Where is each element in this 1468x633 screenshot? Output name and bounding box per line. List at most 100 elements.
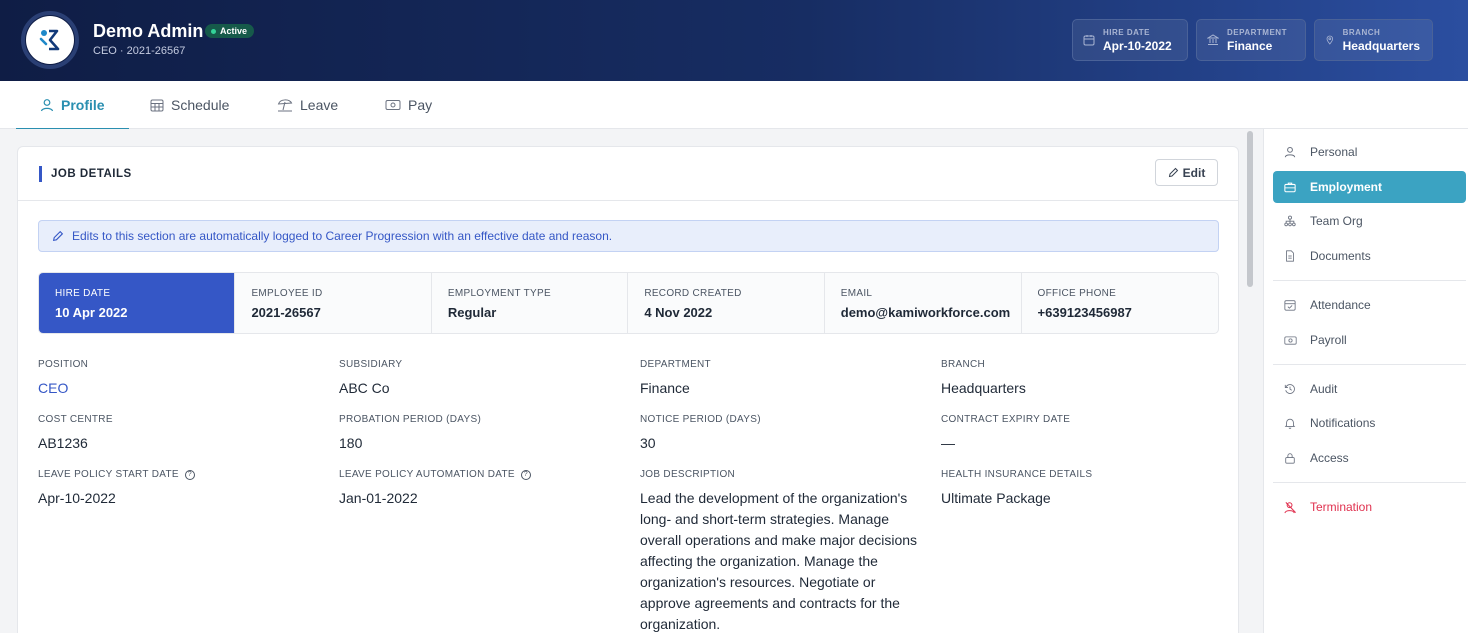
help-icon[interactable]: ? [520,469,531,480]
chip-label: DEPARTMENT [1227,27,1287,37]
sidenav-label: Documents [1310,249,1371,263]
sidenav-item-payroll[interactable]: Payroll [1273,324,1466,356]
employee-subtitle: CEO · 2021-26567 [93,45,186,57]
user-icon [40,99,54,112]
field-value: Headquarters [941,380,1026,396]
tab-leave[interactable]: Leave [277,81,338,129]
field-value: 180 [339,435,363,451]
sidenav-item-termination[interactable]: Termination [1273,491,1466,523]
content-scrollbar[interactable] [1247,131,1253,287]
stat-label: HIRE DATE [55,288,111,299]
document-icon [1286,250,1294,262]
briefcase-icon [1284,182,1296,193]
field-label-text: LEAVE POLICY AUTOMATION DATE [339,469,515,480]
field-label: BRANCH [941,359,986,370]
sidenav-label: Personal [1310,145,1358,159]
help-icon[interactable]: ? [184,469,195,480]
chip-value: Headquarters [1342,38,1420,53]
sidenav-label: Access [1310,451,1349,465]
status-dot-icon [211,28,216,34]
sidenav-item-attendance[interactable]: Attendance [1273,289,1466,321]
stat-value: 4 Nov 2022 [644,305,713,320]
field-value: Finance [640,380,690,396]
sidenav-item-employment[interactable]: Employment [1273,171,1466,203]
sidenav-label: Team Org [1310,214,1363,228]
sidenav-label: Employment [1310,180,1383,194]
company-logo [21,11,79,69]
field-department: DEPARTMENT Finance [640,359,930,399]
tab-label: Profile [61,97,105,113]
sidenav-item-documents[interactable]: Documents [1273,240,1466,272]
edit-button[interactable]: Edit [1155,159,1218,186]
field-position: POSITION CEO [38,359,328,399]
history-icon [1284,384,1295,394]
main-content: JOB DETAILS Edit Edits to this section a… [0,129,1262,633]
sidenav-label: Attendance [1310,298,1371,312]
calendar-check-icon [1284,300,1296,311]
field-label: PROBATION PERIOD (DAYS) [339,414,482,425]
field-branch: BRANCH Headquarters [941,359,1231,399]
calendar-grid-icon [150,99,164,112]
field-label: COST CENTRE [38,414,113,425]
stat-hire-date: HIRE DATE 10 Apr 2022 [39,273,236,333]
user-icon [1284,146,1296,158]
stat-employee-id: EMPLOYEE ID 2021-26567 [235,273,432,333]
sidenav-divider [1273,364,1466,365]
tab-label: Schedule [171,97,230,113]
cash-icon [1283,335,1297,345]
sidenav-label: Notifications [1310,416,1376,430]
chip-value: Finance [1227,38,1273,53]
stat-label: EMPLOYEE ID [251,288,323,299]
card-header: JOB DETAILS Edit [18,147,1238,201]
field-value: Jan-01-2022 [339,490,418,506]
field-contract-expiry: CONTRACT EXPIRY DATE — [941,414,1231,454]
field-notice-period: NOTICE PERIOD (DAYS) 30 [640,414,930,454]
tab-pay[interactable]: Pay [385,81,432,129]
field-probation-period: PROBATION PERIOD (DAYS) 180 [339,414,629,454]
chip-label: BRANCH [1342,27,1381,37]
field-subsidiary: SUBSIDIARY ABC Co [339,359,629,399]
sidenav-divider [1273,280,1466,281]
edit-label: Edit [1182,165,1206,180]
field-value: Apr-10-2022 [38,490,116,506]
stat-employment-type: EMPLOYMENT TYPE Regular [432,273,629,333]
field-label: CONTRACT EXPIRY DATE [941,414,1071,425]
stat-label: EMPLOYMENT TYPE [447,288,551,299]
tab-schedule[interactable]: Schedule [150,81,229,129]
sidenav-item-audit[interactable]: Audit [1273,373,1466,405]
summary-stats: HIRE DATE 10 Apr 2022 EMPLOYEE ID 2021-265… [38,272,1219,334]
position-link[interactable]: CEO [38,378,328,399]
bell-icon [1284,418,1296,429]
sidenav-item-notifications[interactable]: Notifications [1273,407,1466,439]
stat-office-phone: OFFICE PHONE +639123456987 [1022,273,1218,333]
sidenav-divider [1273,482,1466,483]
field-job-description: JOB DESCRIPTION Lead the development of t… [640,469,920,633]
sidenav-label: Audit [1310,382,1338,396]
field-value: AB1236 [38,435,88,451]
field-cost-centre: COST CENTRE AB1236 [38,414,328,454]
field-label: NOTICE PERIOD (DAYS) [640,414,761,425]
bank-icon [1207,34,1219,45]
pencil-icon [52,230,64,242]
chip-label: HIRE DATE [1103,27,1151,37]
field-value: ABC Co [339,380,390,396]
field-label: LEAVE POLICY AUTOMATION DATE? [339,469,629,480]
location-pin-icon [1326,35,1334,45]
status-label: Active [220,26,248,36]
stat-value: +639123456987 [1037,305,1132,320]
career-progression-notice: Edits to this section are automatically … [38,220,1219,252]
field-label: HEALTH INSURANCE DETAILS [941,469,1093,480]
tab-label: Pay [408,97,433,113]
sidenav-item-access[interactable]: Access [1273,442,1466,474]
header-chip-branch: BRANCH Headquarters [1314,19,1433,61]
sidenav-item-team-org[interactable]: Team Org [1273,205,1466,237]
header-chip-hire-date: HIRE DATE Apr-10-2022 [1072,19,1188,61]
stat-label: RECORD CREATED [644,288,742,299]
user-remove-icon [1283,501,1296,513]
stat-value: Regular [447,305,497,320]
stat-email: EMAIL demo@kamiworkforce.com [825,273,1022,333]
sidenav-item-personal[interactable]: Personal [1273,136,1466,168]
job-details-card: JOB DETAILS Edit Edits to this section a… [17,146,1239,633]
stat-record-created: RECORD CREATED 4 Nov 2022 [628,273,825,333]
tab-profile[interactable]: Profile [16,81,129,130]
